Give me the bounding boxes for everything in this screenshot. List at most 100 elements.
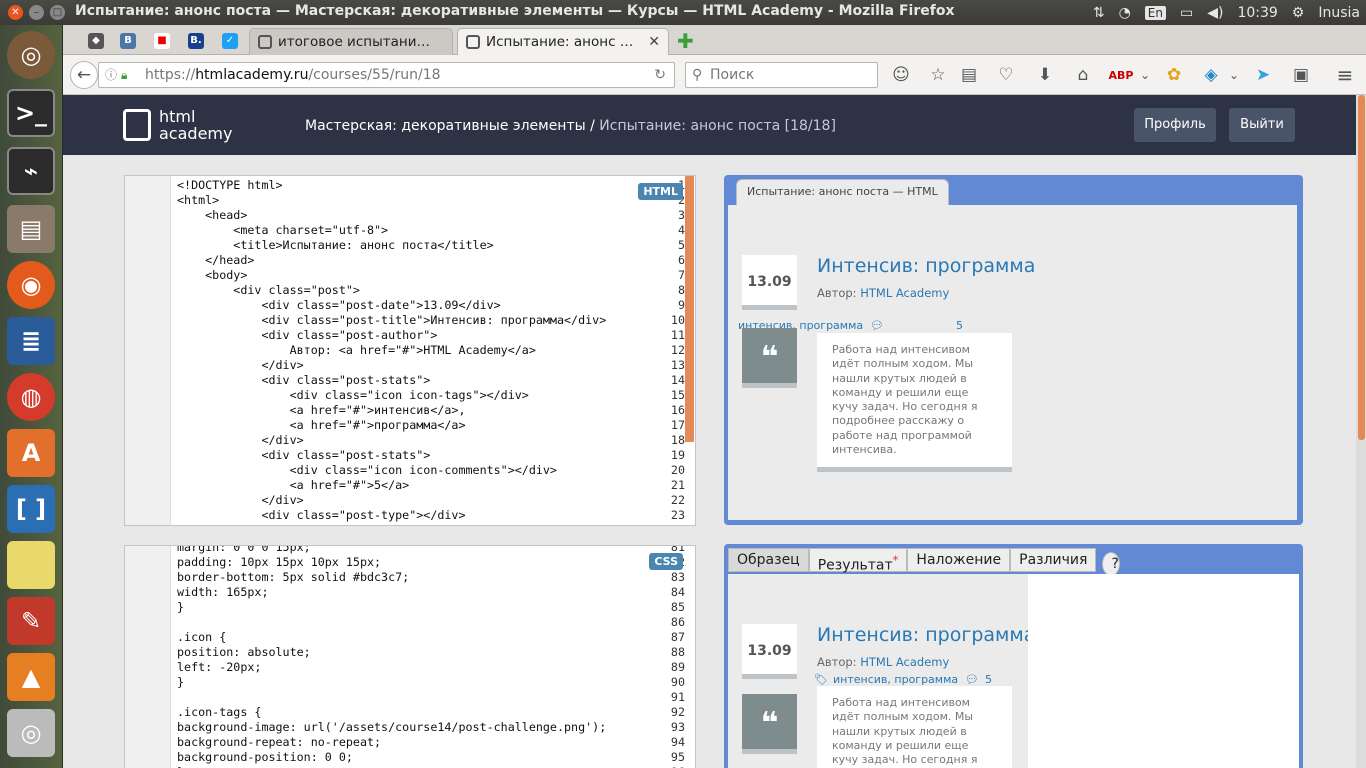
logout-button[interactable]: Выйти <box>1229 108 1295 142</box>
pocket-icon[interactable]: ♡ <box>992 61 1020 89</box>
author-link[interactable]: HTML Academy <box>860 286 949 300</box>
code-line[interactable]: 94 background-repeat: no-repeat; <box>125 735 695 750</box>
tab-sample[interactable]: Образец <box>728 548 809 572</box>
code-line[interactable]: 12 Автор: <a href="#">HTML Academy</a> <box>125 343 695 358</box>
chevron-down-icon[interactable]: ⌄ <box>1220 61 1248 89</box>
code-line[interactable]: 5 <title>Испытание: анонс поста</title> <box>125 238 695 253</box>
minimize-window-button[interactable]: – <box>29 5 44 20</box>
html-code-editor[interactable]: 1<!DOCTYPE html>2<html>3 <head>4 <meta c… <box>124 175 696 526</box>
code-line[interactable]: 14 <div class="post-stats"> <box>125 373 695 388</box>
help-button[interactable]: ? <box>1102 552 1121 576</box>
code-line[interactable]: 9 <div class="post-date">13.09</div> <box>125 298 695 313</box>
code-line[interactable]: 93 background-image: url('/assets/course1… <box>125 720 695 735</box>
firefox-icon[interactable]: ◉ <box>7 261 55 309</box>
maximize-window-button[interactable]: □ <box>50 5 65 20</box>
code-line[interactable]: 87 .icon { <box>125 630 695 645</box>
info-icon[interactable]: ⓘ <box>105 63 117 87</box>
code-line[interactable]: 88 position: absolute; <box>125 645 695 660</box>
code-line[interactable]: 2 <html> <box>125 193 695 208</box>
reload-icon[interactable]: ↻ <box>654 63 666 87</box>
code-line[interactable]: 81 margin: 0 0 0 15px; <box>125 546 695 555</box>
brackets-icon[interactable]: [ ] <box>7 485 55 533</box>
tab-overlay[interactable]: Наложение <box>907 548 1011 572</box>
code-line[interactable]: 91 <box>125 690 695 705</box>
code-line[interactable]: 83 border-bottom: 5px solid #bdc3c7; <box>125 570 695 585</box>
profile-button[interactable]: Профиль <box>1134 108 1216 142</box>
post-comments-count[interactable]: 5 <box>956 319 963 332</box>
sticky-notes-icon[interactable] <box>7 541 55 589</box>
search-input[interactable]: ⚲ Поиск <box>685 62 878 88</box>
vlc-icon[interactable]: ▲ <box>7 653 55 701</box>
code-line[interactable]: 92 .icon-tags { <box>125 705 695 720</box>
pinned-tab-shield[interactable]: ◆ <box>81 29 111 53</box>
ubuntu-dash-icon[interactable]: ◎ <box>7 31 55 79</box>
tab-result[interactable]: Результат* <box>808 548 908 574</box>
tag-link[interactable]: программа <box>894 673 958 686</box>
code-line[interactable]: 84 width: 165px; <box>125 585 695 600</box>
url-bar[interactable]: ⓘ 🔒︎ https://htmlacademy.ru/courses/55/r… <box>98 62 675 88</box>
author-link[interactable]: HTML Academy <box>860 655 949 669</box>
sort-icon[interactable]: ⇅ <box>1093 5 1105 21</box>
bookmarks-list-icon[interactable]: ▤ <box>955 61 983 89</box>
code-line[interactable]: 21 <a href="#">5</a> <box>125 478 695 493</box>
editor-scrollbar[interactable] <box>685 176 694 442</box>
chevron-down-icon[interactable]: ⌄ <box>1131 61 1159 89</box>
post-comments-count[interactable]: 5 <box>985 673 992 686</box>
clock[interactable]: 10:39 <box>1237 5 1277 21</box>
code-line[interactable]: 89 left: -20px; <box>125 660 695 675</box>
system-settings-icon[interactable]: ✎ <box>7 597 55 645</box>
volume-icon[interactable]: ◀) <box>1207 5 1223 21</box>
pinned-tab-b[interactable]: B. <box>181 29 211 53</box>
bookmark-star-icon[interactable]: ☆ <box>924 61 952 89</box>
user-name[interactable]: Inusia <box>1318 5 1360 21</box>
writer-icon[interactable]: ≣ <box>7 317 55 365</box>
code-line[interactable]: 11 <div class="post-author"> <box>125 328 695 343</box>
software-center-icon[interactable]: A <box>7 429 55 477</box>
tag-link[interactable]: интенсив <box>833 673 887 686</box>
code-line[interactable]: 7 <body> <box>125 268 695 283</box>
tab-diff[interactable]: Различия <box>1010 548 1097 572</box>
download-icon[interactable]: ⬇ <box>1031 61 1059 89</box>
code-line[interactable]: 20 <div class="icon icon-comments"></div… <box>125 463 695 478</box>
close-window-button[interactable]: ✕ <box>8 5 23 20</box>
page-scrollbar-thumb[interactable] <box>1358 95 1365 440</box>
code-line[interactable]: 24 <div class="post-text">Работа над инт… <box>125 523 695 525</box>
code-line[interactable]: 86 <box>125 615 695 630</box>
code-line[interactable]: 16 <a href="#">интенсив</a>, <box>125 403 695 418</box>
code-line[interactable]: 95 background-position: 0 0; <box>125 750 695 765</box>
preview-tab-title[interactable]: Испытание: анонс поста — HTML <box>736 179 949 205</box>
system-monitor-icon[interactable]: ⌁ <box>7 147 55 195</box>
file-manager-icon[interactable]: ▤ <box>7 205 55 253</box>
settings-gear-icon[interactable]: ⚙ <box>1292 5 1305 21</box>
wifi-icon[interactable]: ◔ <box>1119 5 1131 21</box>
battery-icon[interactable]: ▭ <box>1180 5 1193 21</box>
extension-flower-icon[interactable]: ✿ <box>1160 61 1188 89</box>
disks-icon[interactable]: ◎ <box>7 709 55 757</box>
code-line[interactable]: 10 <div class="post-title">Интенсив: про… <box>125 313 695 328</box>
pinned-tab-twitter[interactable]: ✓ <box>215 29 245 53</box>
screenshot-icon[interactable]: ▣ <box>1287 61 1315 89</box>
menu-icon[interactable]: ≡ <box>1331 61 1359 89</box>
code-line[interactable]: 15 <div class="icon icon-tags"></div> <box>125 388 695 403</box>
home-icon[interactable]: ⌂ <box>1069 61 1097 89</box>
css-code-editor[interactable]: 81margin: 0 0 0 15px;82padding: 10px 15p… <box>124 545 696 768</box>
code-line[interactable]: 4 <meta charset="utf-8"> <box>125 223 695 238</box>
chrome-icon[interactable]: ◍ <box>7 373 55 421</box>
telegram-icon[interactable]: ➤ <box>1249 61 1277 89</box>
site-logo[interactable]: html academy <box>123 107 233 143</box>
code-line[interactable]: 6 </head> <box>125 253 695 268</box>
breadcrumb-parent[interactable]: Мастерская: декоративные элементы <box>305 118 586 134</box>
code-line[interactable]: 17 <a href="#">программа</a> <box>125 418 695 433</box>
keyboard-layout[interactable]: En <box>1144 5 1166 20</box>
pinned-tab-red[interactable]: ■ <box>147 29 177 53</box>
terminal-icon[interactable]: >_ <box>7 89 55 137</box>
code-line[interactable]: 1<!DOCTYPE html> <box>125 178 695 193</box>
code-line[interactable]: 85} <box>125 600 695 615</box>
close-tab-icon[interactable]: ✕ <box>648 29 660 55</box>
extension-face-icon[interactable]: ☺ <box>887 61 915 89</box>
code-line[interactable]: 13 </div> <box>125 358 695 373</box>
code-line[interactable]: 22 </div> <box>125 493 695 508</box>
code-line[interactable]: 90} <box>125 675 695 690</box>
page-scrollbar[interactable] <box>1356 95 1366 768</box>
code-line[interactable]: 8 <div class="post"> <box>125 283 695 298</box>
